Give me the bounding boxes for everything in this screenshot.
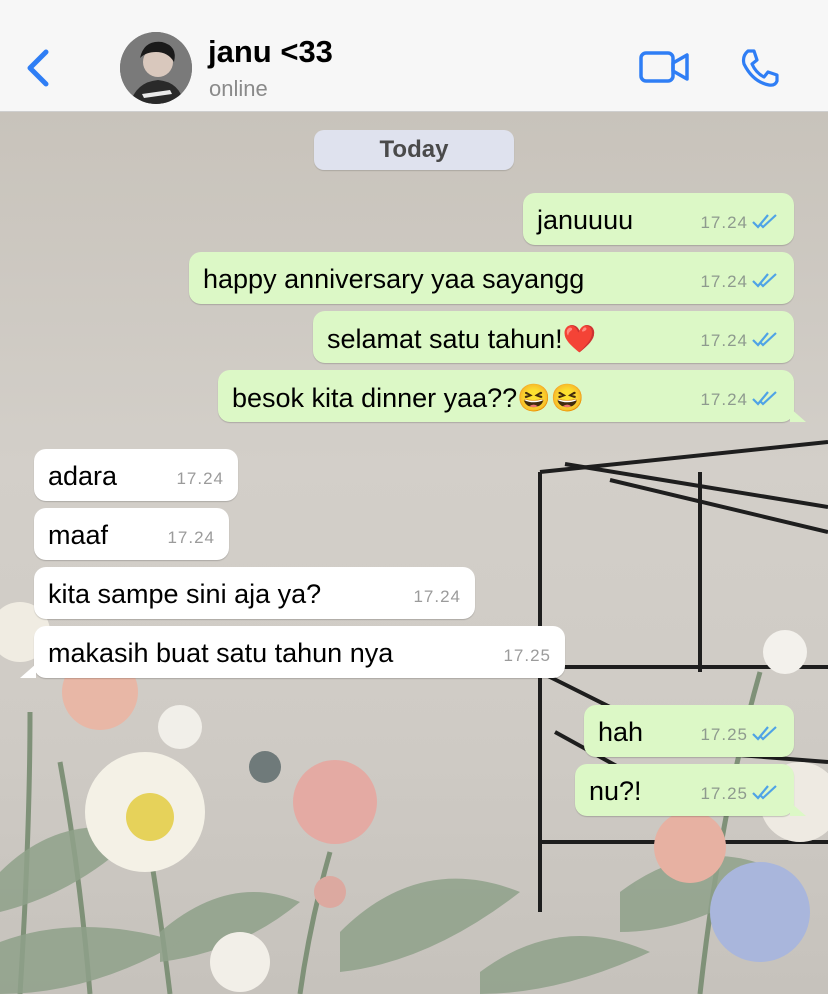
double-check-read-icon <box>752 273 777 288</box>
incoming-message[interactable]: maaf 17.24 <box>34 508 229 560</box>
bubble-tail <box>790 802 806 816</box>
message-time: 17.25 <box>700 784 748 803</box>
message-text: besok kita dinner yaa??😆😆 <box>232 383 585 413</box>
bubble-tail <box>20 664 36 678</box>
outgoing-message[interactable]: hah 17.25 <box>584 705 794 757</box>
chat-header: janu <33 online <box>0 0 828 112</box>
outgoing-message[interactable]: januuuu 17.24 <box>523 193 794 245</box>
message-time: 17.25 <box>503 646 551 665</box>
bubble-tail <box>790 408 806 422</box>
date-separator: Today <box>314 130 514 170</box>
message-text: nu?! <box>589 776 642 806</box>
double-check-read-icon <box>752 391 777 406</box>
double-check-read-icon <box>752 785 777 800</box>
message-text: happy anniversary yaa sayangg <box>203 264 585 294</box>
incoming-message[interactable]: adara 17.24 <box>34 449 238 501</box>
contact-avatar[interactable] <box>120 32 192 104</box>
double-check-read-icon <box>752 332 777 347</box>
message-text: hah <box>598 717 644 747</box>
message-time: 17.24 <box>700 272 748 291</box>
back-button[interactable] <box>22 46 56 90</box>
contact-name[interactable]: janu <33 <box>208 34 333 70</box>
message-time: 17.24 <box>700 213 748 232</box>
video-call-button[interactable] <box>638 48 690 88</box>
message-time: 17.24 <box>700 390 748 409</box>
incoming-message[interactable]: makasih buat satu tahun nya 17.25 <box>34 626 565 678</box>
outgoing-message[interactable]: happy anniversary yaa sayangg 17.24 <box>189 252 794 304</box>
outgoing-message[interactable]: besok kita dinner yaa??😆😆 17.24 <box>218 370 794 422</box>
message-time: 17.24 <box>167 528 215 547</box>
message-time: 17.24 <box>413 587 461 606</box>
voice-call-button[interactable] <box>738 46 782 90</box>
outgoing-message[interactable]: nu?! 17.25 <box>575 764 794 816</box>
message-text: makasih buat satu tahun nya <box>48 638 394 668</box>
message-text: selamat satu tahun!❤️ <box>327 324 597 354</box>
avatar-photo <box>120 32 192 104</box>
message-text: januuuu <box>537 205 634 235</box>
double-check-read-icon <box>752 214 777 229</box>
phone-icon <box>741 49 779 87</box>
message-time: 17.25 <box>700 725 748 744</box>
message-time: 17.24 <box>176 469 224 488</box>
outgoing-message[interactable]: selamat satu tahun!❤️ 17.24 <box>313 311 794 363</box>
chevron-left-icon <box>27 49 49 87</box>
double-check-read-icon <box>752 726 777 741</box>
incoming-message[interactable]: kita sampe sini aja ya? 17.24 <box>34 567 475 619</box>
video-call-icon <box>639 51 689 83</box>
message-text: kita sampe sini aja ya? <box>48 579 322 609</box>
contact-status: online <box>209 76 268 101</box>
message-text: adara <box>48 461 118 491</box>
message-time: 17.24 <box>700 331 748 350</box>
message-text: maaf <box>48 520 109 550</box>
